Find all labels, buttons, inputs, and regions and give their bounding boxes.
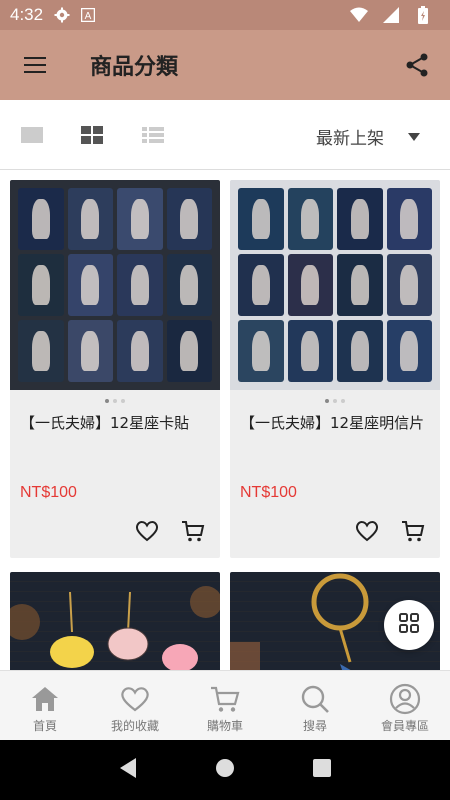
status-time: 4:32 [10, 5, 44, 24]
share-icon[interactable] [404, 52, 430, 78]
add-to-cart-icon[interactable] [180, 518, 206, 544]
bottom-nav: 首頁 我的收藏 購物車 搜尋 會員專區 [0, 670, 450, 740]
product-card[interactable]: 【一氏夫婦】12星座卡貼 NT$100 [10, 180, 220, 558]
product-image[interactable] [230, 180, 440, 390]
heart-icon [119, 683, 151, 715]
single-view-icon[interactable] [20, 125, 44, 145]
chevron-down-icon [408, 132, 420, 141]
image-pager-dots [230, 390, 440, 412]
image-pager-dots [10, 390, 220, 412]
product-image[interactable] [10, 180, 220, 390]
recents-icon[interactable] [312, 758, 332, 782]
wifi-icon [350, 6, 368, 24]
nav-label-search: 搜尋 [302, 719, 327, 733]
home-icon [29, 683, 61, 715]
hamburger-menu-icon[interactable] [0, 30, 70, 100]
sort-label: 最新上架 [316, 129, 384, 149]
sort-dropdown[interactable]: 最新上架 [316, 124, 420, 149]
list-view-icon[interactable] [141, 125, 165, 145]
nav-item-cart[interactable]: 購物車 [180, 671, 270, 740]
nav-item-favorites[interactable]: 我的收藏 [90, 671, 180, 740]
nav-label-favorites: 我的收藏 [110, 719, 159, 733]
gear-icon [53, 6, 71, 24]
product-name[interactable]: 【一氏夫婦】12星座卡貼 [10, 412, 220, 484]
product-card[interactable]: 【一氏夫婦】12星座明信片 NT$100 [230, 180, 440, 558]
signal-icon [382, 6, 400, 24]
product-price: NT$100 [20, 484, 77, 501]
nav-label-cart: 購物車 [206, 719, 243, 733]
screen: 4:32 A 商品分類 最新上架 【一氏夫婦】12星座卡貼 NT$100 【一氏… [0, 0, 450, 800]
product-image[interactable] [10, 572, 220, 670]
status-bar: 4:32 A [0, 0, 450, 30]
nav-item-home[interactable]: 首頁 [0, 671, 90, 740]
category-fab-button[interactable] [384, 600, 434, 650]
nav-label-account: 會員專區 [380, 719, 429, 733]
app-bar: 商品分類 [0, 30, 450, 100]
back-icon[interactable] [118, 757, 138, 783]
nav-label-home: 首頁 [32, 719, 57, 733]
favorite-heart-icon[interactable] [354, 518, 380, 544]
account-icon [389, 683, 421, 715]
favorite-heart-icon[interactable] [134, 518, 160, 544]
battery-icon [414, 6, 432, 24]
app-a-icon: A [79, 6, 97, 24]
grid-view-icon[interactable] [80, 125, 104, 145]
cart-icon [209, 683, 241, 715]
nav-item-account[interactable]: 會員專區 [360, 671, 450, 740]
home-circle-icon[interactable] [215, 758, 235, 782]
add-to-cart-icon[interactable] [400, 518, 426, 544]
system-nav-bar [0, 740, 450, 800]
product-name[interactable]: 【一氏夫婦】12星座明信片 [230, 412, 440, 484]
grid-icon [398, 612, 420, 638]
page-title: 商品分類 [90, 55, 179, 80]
search-icon [299, 683, 331, 715]
view-toolbar: 最新上架 [0, 100, 450, 170]
nav-item-search[interactable]: 搜尋 [270, 671, 360, 740]
product-card[interactable] [10, 572, 220, 670]
product-price: NT$100 [240, 484, 297, 501]
svg-text:A: A [85, 11, 92, 22]
product-grid: 【一氏夫婦】12星座卡貼 NT$100 【一氏夫婦】12星座明信片 NT$100 [0, 170, 450, 670]
